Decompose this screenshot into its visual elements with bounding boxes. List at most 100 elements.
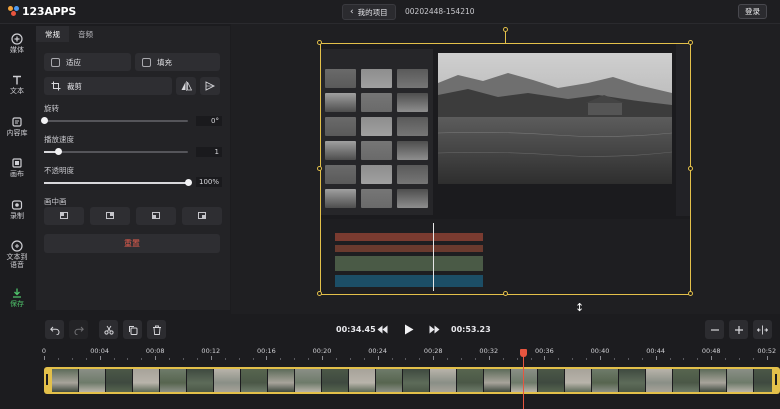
flip-horizontal-icon <box>181 81 192 91</box>
ruler-minor-tick <box>391 358 393 360</box>
login-button[interactable]: 登录 <box>738 4 767 19</box>
clip-thumbnail <box>619 369 646 392</box>
pip-bottom-left-button[interactable] <box>136 207 176 225</box>
nested-media-thumbnail <box>325 117 356 136</box>
ruler-minor-tick <box>280 358 282 360</box>
ruler-minor-tick <box>474 358 476 360</box>
download-icon <box>13 288 21 298</box>
rotation-slider-knob[interactable] <box>40 117 48 124</box>
opacity-slider[interactable] <box>44 179 192 186</box>
opacity-slider-knob[interactable] <box>184 179 192 186</box>
ruler-minor-tick <box>516 358 518 360</box>
fit-button[interactable]: 适应 <box>44 53 131 71</box>
ruler-minor-tick <box>530 358 532 360</box>
crop-button[interactable]: 裁剪 <box>44 77 172 95</box>
logo-mark-icon <box>8 6 19 17</box>
ruler-minor-tick <box>238 358 240 360</box>
speed-label: 播放速度 <box>44 135 74 144</box>
rewind-button[interactable] <box>377 325 388 336</box>
sidebar-item-record[interactable]: 录制 <box>0 199 34 220</box>
resize-handle-bottom-right[interactable] <box>688 291 693 296</box>
video-track-clip[interactable] <box>44 367 780 394</box>
timeline-ruler[interactable]: 0 00:04 00:08 00:12 00:16 00:20 00:24 00:28 00:3… <box>0 344 780 362</box>
ruler-tick <box>210 356 212 360</box>
resize-handle-top-right[interactable] <box>688 40 693 45</box>
resize-handle-top-left[interactable] <box>317 40 322 45</box>
nested-playhead <box>433 223 434 291</box>
ruler-minor-tick <box>697 358 699 360</box>
tab-audio[interactable]: 音频 <box>69 26 102 42</box>
split-button[interactable] <box>99 320 118 339</box>
reset-button[interactable]: 重置 <box>44 234 220 253</box>
ruler-minor-tick <box>224 358 226 360</box>
sidebar-item-text-to-speech[interactable]: 文本到语音 <box>0 240 34 269</box>
trim-handle-left[interactable] <box>46 374 49 387</box>
chevron-left-icon: ‹ <box>350 7 354 17</box>
rewind-icon <box>377 325 388 334</box>
speed-value[interactable]: 1 <box>196 147 222 157</box>
duplicate-button[interactable] <box>123 320 142 339</box>
fit-width-icon <box>757 325 768 334</box>
zoom-out-button[interactable] <box>705 320 724 339</box>
rotation-handle[interactable] <box>503 27 508 32</box>
ruler-minor-tick <box>169 358 171 360</box>
ruler-tick <box>44 356 45 360</box>
flip-vertical-icon <box>205 81 215 91</box>
ruler-tick-label: 00:48 <box>701 347 721 355</box>
ruler-tick <box>99 356 101 360</box>
fit-timeline-button[interactable] <box>753 320 772 339</box>
undo-button[interactable] <box>45 320 64 339</box>
rotation-value[interactable]: 0° <box>196 116 222 126</box>
play-button[interactable] <box>404 324 414 337</box>
back-to-projects-button[interactable]: ‹ 我的项目 <box>342 4 396 20</box>
tab-general[interactable]: 常规 <box>36 26 69 42</box>
clip-thumbnail <box>160 369 187 392</box>
back-button-label: 我的项目 <box>357 7 388 17</box>
rotation-slider[interactable] <box>40 117 188 124</box>
playhead[interactable] <box>522 349 524 409</box>
resize-handle-bottom[interactable] <box>503 291 508 296</box>
ruler-minor-tick <box>183 358 184 360</box>
app-logo[interactable]: 123APPS <box>8 5 76 18</box>
resize-handle-left[interactable] <box>317 166 322 171</box>
fill-button[interactable]: 填充 <box>135 53 220 71</box>
sidebar-item-text[interactable]: 文本 <box>0 74 34 95</box>
clip-thumbnail <box>457 369 484 392</box>
ruler-minor-tick <box>196 358 198 360</box>
trim-handle-right[interactable] <box>775 374 778 387</box>
clip-thumbnail <box>565 369 592 392</box>
nested-media-thumbnail <box>361 93 392 112</box>
opacity-value[interactable]: 100% <box>196 177 222 187</box>
ruler-minor-tick <box>627 358 629 360</box>
pip-label: 画中画 <box>44 197 67 206</box>
nested-media-thumbnail <box>361 141 392 160</box>
flip-vertical-button[interactable] <box>200 77 220 95</box>
fill-checkbox[interactable] <box>142 57 151 67</box>
record-icon <box>11 200 23 210</box>
ruler-tick <box>655 356 657 360</box>
sidebar-item-label: 文本 <box>10 87 24 95</box>
ruler-minor-tick <box>405 358 407 360</box>
pip-top-left-button[interactable] <box>44 207 84 225</box>
ruler-tick-label: 00:08 <box>145 347 165 355</box>
flip-horizontal-button[interactable] <box>176 77 196 95</box>
zoom-in-button[interactable] <box>729 320 748 339</box>
clip-thumbnail <box>187 369 214 392</box>
fast-forward-button[interactable] <box>429 325 440 336</box>
sidebar-item-media[interactable]: 媒体 <box>0 33 34 54</box>
video-preview-image <box>438 53 672 184</box>
delete-button[interactable] <box>147 320 166 339</box>
pip-top-right-button[interactable] <box>90 207 130 225</box>
resize-handle-right[interactable] <box>688 166 693 171</box>
sidebar-item-canvas[interactable]: 画布 <box>0 157 34 178</box>
nested-media-thumbnail <box>397 141 428 160</box>
pip-bottom-right-button[interactable] <box>182 207 222 225</box>
redo-button[interactable] <box>69 320 88 339</box>
playhead-handle[interactable] <box>519 349 527 357</box>
sidebar-item-save[interactable]: 保存 <box>0 287 34 308</box>
sidebar-item-library[interactable]: 内容库 <box>0 116 34 137</box>
speed-slider-knob[interactable] <box>54 148 62 155</box>
fit-checkbox[interactable] <box>51 57 60 67</box>
speed-slider[interactable] <box>44 148 188 155</box>
resize-handle-bottom-left[interactable] <box>317 291 322 296</box>
